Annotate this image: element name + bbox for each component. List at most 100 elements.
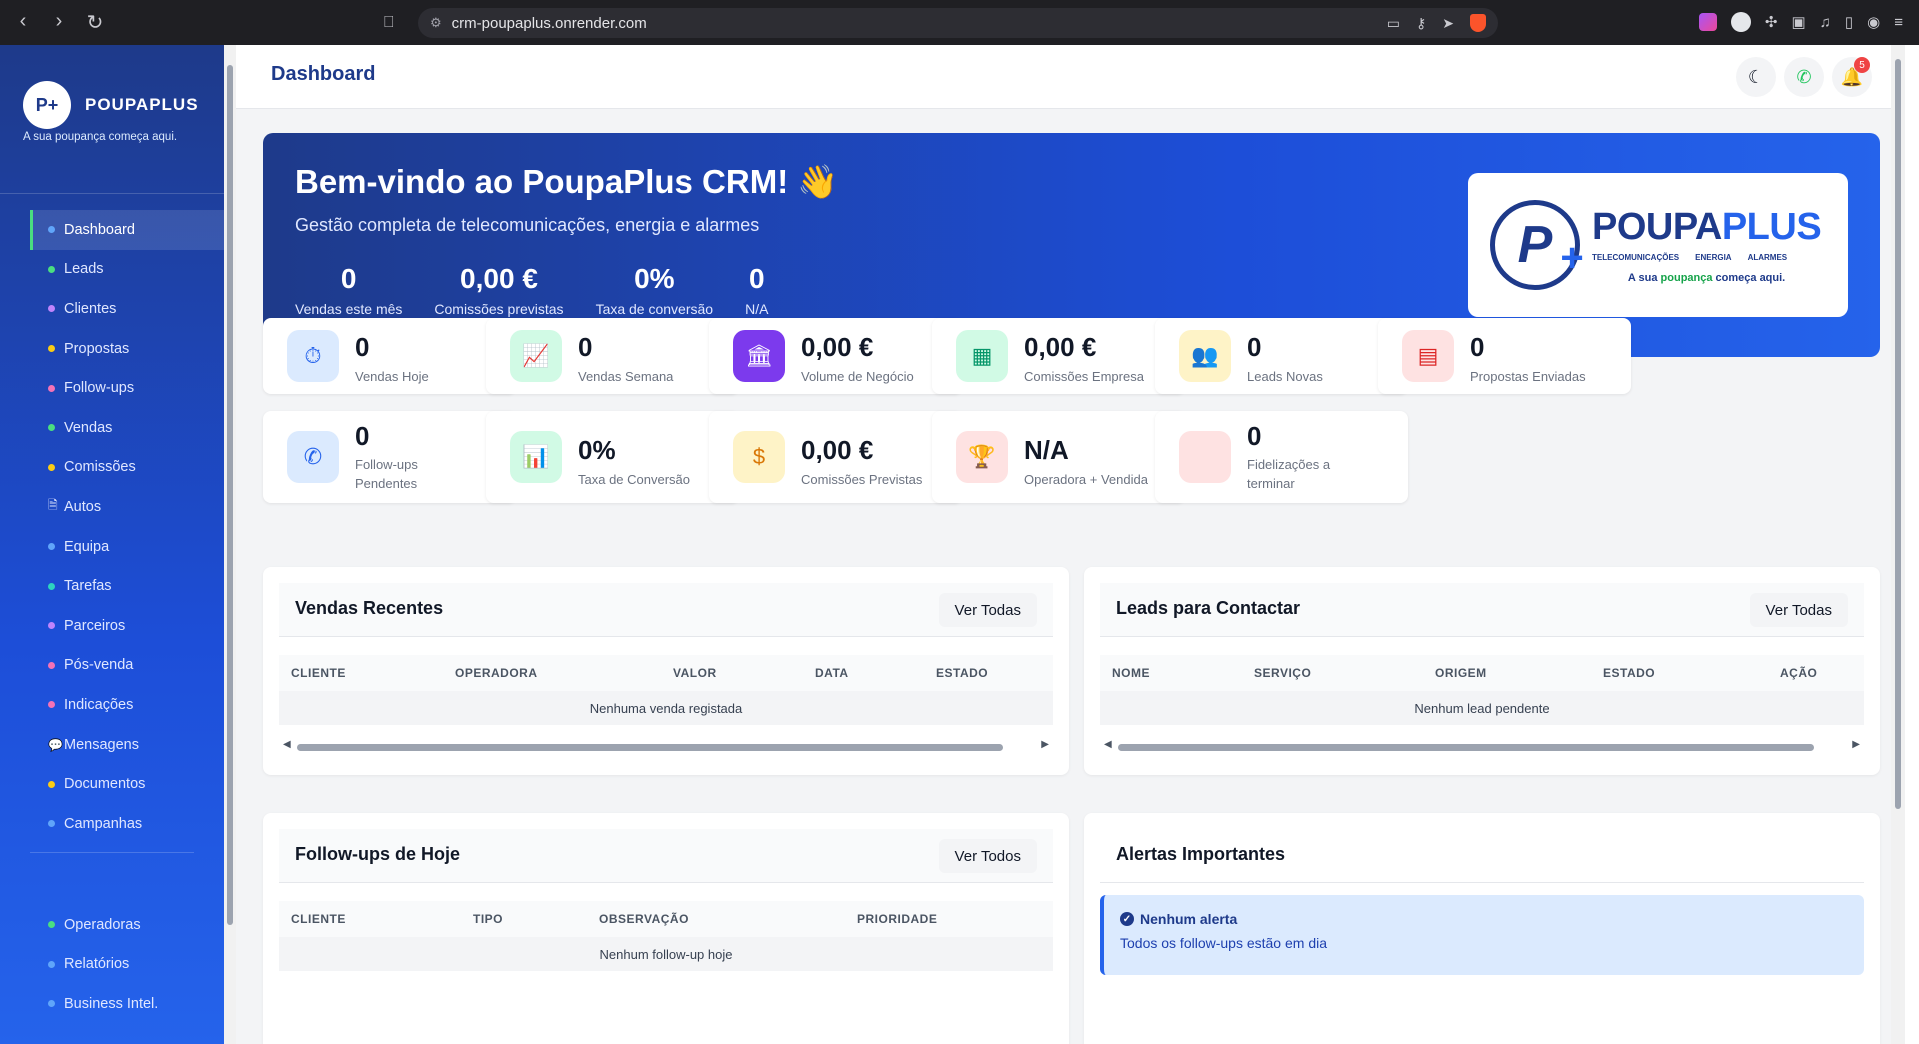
column-header[interactable]: NOME	[1112, 666, 1150, 680]
sidebar-item-equipa[interactable]: Equipa	[30, 527, 224, 567]
stat-label: Vendas Semana	[578, 369, 674, 384]
bookmark-icon[interactable]: ⎕	[384, 14, 394, 32]
sidebar-toggle-icon[interactable]: ▯	[1845, 13, 1853, 31]
stat-card-comissoes-empresa[interactable]: ▦ 0,00 € Comissões Empresa	[932, 318, 1185, 394]
sidebar-item-label: Vendas	[64, 419, 113, 436]
stat-value: 0	[355, 332, 370, 362]
brand[interactable]: P+ POUPAPLUS	[23, 81, 199, 129]
column-header[interactable]: ESTADO	[1603, 666, 1655, 680]
brave-shield-icon[interactable]	[1470, 14, 1486, 32]
table-scrollbar[interactable]: ◀ ▶	[279, 739, 1053, 755]
sidebar-item-dashboard[interactable]: Dashboard	[30, 210, 224, 250]
bank-icon: 🏛	[733, 330, 785, 382]
sidebar-item-operadoras[interactable]: Operadoras	[30, 905, 224, 945]
dollar-icon: $	[733, 431, 785, 483]
dark-mode-button[interactable]: ☾	[1736, 57, 1776, 97]
sidebar-item-label: Business Intel.	[64, 995, 159, 1012]
stat-card-vendas-semana[interactable]: 📈 0 Vendas Semana	[486, 318, 739, 394]
important-alerts-panel: Alertas Importantes ✓ Nenhum alerta Todos…	[1084, 813, 1880, 1044]
sidebar-item-tarefas[interactable]: Tarefas	[30, 566, 224, 606]
column-header[interactable]: OPERADORA	[455, 666, 538, 680]
stat-label: Volume de Negócio	[801, 369, 914, 384]
stat-card-vendas-hoje[interactable]: ⏱ 0 Vendas Hoje	[263, 318, 516, 394]
stat-card-taxa-de-conversao[interactable]: 📊 0% Taxa de Conversão	[486, 411, 739, 503]
sidebar-item-follow-ups[interactable]: Follow-ups	[30, 368, 224, 408]
sidebar-item-label: Tarefas	[64, 578, 112, 595]
table-header: CLIENTE OPERADORA VALOR DATA ESTADO	[279, 655, 1053, 691]
column-header[interactable]: VALOR	[673, 666, 717, 680]
profile-icon[interactable]: ◉	[1867, 13, 1880, 31]
column-header[interactable]: TIPO	[473, 912, 503, 926]
column-header[interactable]: CLIENTE	[291, 666, 346, 680]
reload-icon[interactable]: ↻	[84, 10, 106, 35]
sidebar-item-autos[interactable]: 🗎 Autos	[30, 487, 224, 527]
cast-icon[interactable]: ▭	[1387, 15, 1400, 32]
logo-name: POUPAPLUS	[1592, 206, 1822, 249]
sidebar-item-parceiros[interactable]: Parceiros	[30, 606, 224, 646]
column-header[interactable]: DATA	[815, 666, 849, 680]
view-all-sales-button[interactable]: Ver Todas	[938, 593, 1037, 627]
column-header[interactable]: ORIGEM	[1435, 666, 1487, 680]
music-icon[interactable]: ♫	[1820, 14, 1831, 31]
sidebar-item-pos-venda[interactable]: Pós-venda	[30, 646, 224, 686]
sidebar-item-indicacoes[interactable]: Indicações	[30, 685, 224, 725]
logo-mark-letter: P	[1517, 216, 1553, 274]
hero-stat: 0,00 € Comissões previstas	[434, 263, 563, 317]
url-text: crm-poupaplus.onrender.com	[451, 14, 647, 32]
column-header[interactable]: PRIORIDADE	[857, 912, 937, 926]
sidebar-item-vendas[interactable]: Vendas	[30, 408, 224, 448]
sidebar-item-relatorios[interactable]: Relatórios	[30, 945, 224, 985]
column-header[interactable]: CLIENTE	[291, 912, 346, 926]
sidebar-scrollbar[interactable]	[224, 45, 236, 1044]
back-icon[interactable]: ‹	[12, 10, 34, 35]
stat-card-leads-novas[interactable]: 👥 0 Leads Novas	[1155, 318, 1408, 394]
sidebar-item-label: Pós-venda	[64, 657, 134, 674]
forward-icon[interactable]: ›	[48, 10, 70, 35]
column-header[interactable]: SERVIÇO	[1254, 666, 1311, 680]
table-header: CLIENTE TIPO OBSERVAÇÃO PRIORIDADE	[279, 901, 1053, 937]
stat-card-operadora-vendida[interactable]: 🏆 N/A Operadora + Vendida	[932, 411, 1185, 503]
sidebar-item-mensagens[interactable]: 💬 Mensagens	[30, 725, 224, 765]
table-scrollbar[interactable]: ◀ ▶	[1100, 739, 1864, 755]
money-clock-icon: ⏱	[287, 330, 339, 382]
view-all-followups-button[interactable]: Ver Todos	[938, 839, 1037, 873]
bullet-icon	[48, 780, 55, 788]
main-scrollbar[interactable]	[1891, 45, 1905, 1044]
send-icon[interactable]: ➤	[1442, 15, 1454, 32]
extension-icon[interactable]	[1730, 12, 1751, 32]
puzzle-icon[interactable]: ✣	[1765, 13, 1778, 31]
sidebar-item-campanhas[interactable]: Campanhas	[30, 804, 224, 844]
sidebar-item-business-intel[interactable]: Business Intel.	[30, 984, 224, 1024]
main-content: Dashboard ☾ ✆ 🔔 5 Bem-vindo ao PoupaPlus…	[236, 45, 1905, 1044]
welcome-subtitle: Gestão completa de telecomunicações, ene…	[295, 215, 760, 235]
panel-header: Vendas Recentes Ver Todas	[279, 583, 1053, 637]
column-header[interactable]: OBSERVAÇÃO	[599, 912, 689, 926]
bullet-icon	[48, 226, 55, 234]
stat-card-volume-de-negocio[interactable]: 🏛 0,00 € Volume de Negócio	[709, 318, 962, 394]
stat-value: 0%	[578, 435, 616, 465]
view-all-leads-button[interactable]: Ver Todas	[1749, 593, 1848, 627]
stat-value: 0,00 €	[801, 332, 874, 362]
sidebar-item-clientes[interactable]: Clientes	[30, 289, 224, 329]
poupaplus-logo: P + POUPAPLUS TELECOMUNICAÇÕES ENERGIA AL…	[1468, 173, 1848, 317]
address-bar[interactable]: ⎕ ⚙ crm-poupaplus.onrender.com ▭ ⚷ ➤	[384, 8, 1498, 38]
sidebar-item-label: Equipa	[64, 538, 110, 555]
sidebar-item-comissoes[interactable]: Comissões	[30, 448, 224, 488]
sidebar-item-documentos[interactable]: Documentos	[30, 764, 224, 804]
sidebar-item-propostas[interactable]: Propostas	[30, 329, 224, 369]
wallet-icon[interactable]: ▣	[1791, 13, 1805, 31]
key-icon[interactable]: ⚷	[1416, 15, 1426, 32]
whatsapp-button[interactable]: ✆	[1784, 57, 1824, 97]
stat-card-propostas-enviadas[interactable]: ▤ 0 Propostas Enviadas	[1378, 318, 1631, 394]
column-header[interactable]: ESTADO	[936, 666, 988, 680]
stat-card-comissoes-previstas[interactable]: $0,00 € Comissões Previstas	[709, 411, 962, 503]
notifications-button[interactable]: 🔔 5	[1832, 57, 1872, 97]
site-settings-icon[interactable]: ⚙	[430, 15, 442, 31]
sidebar-item-leads[interactable]: Leads	[30, 250, 224, 290]
stat-card-follow-ups-pendentes[interactable]: ✆ 0 Follow-ups Pendentes	[263, 411, 516, 503]
column-header[interactable]: AÇÃO	[1780, 666, 1817, 680]
menu-icon[interactable]: ≡	[1894, 14, 1903, 31]
logo-name-a: POUPA	[1592, 206, 1722, 248]
extension-icon[interactable]	[1698, 13, 1717, 31]
stat-card-fidelizacoes-a-terminar[interactable]: 0 Fidelizações a terminar	[1155, 411, 1408, 503]
